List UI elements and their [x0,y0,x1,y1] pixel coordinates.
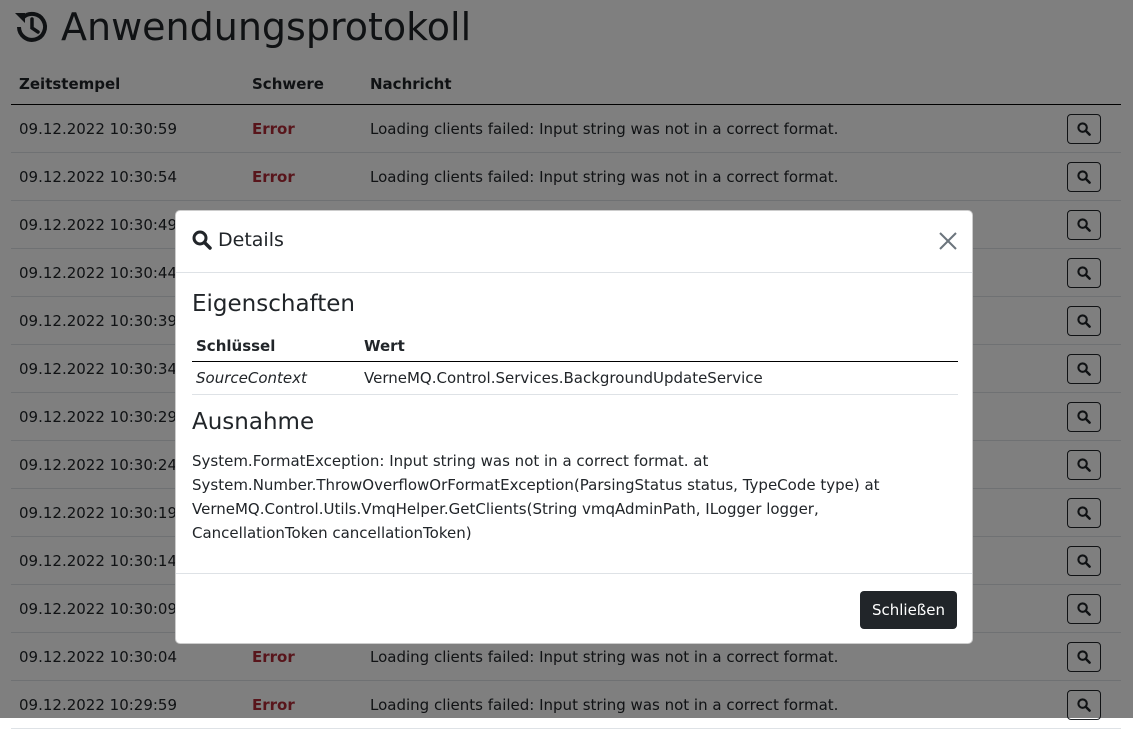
exception-text: System.FormatException: Input string was… [192,452,880,542]
modal-title-text: Details [218,229,284,251]
column-header-value: Wert [360,331,958,362]
properties-header-row: Schlüssel Wert [192,331,958,362]
details-modal: Details Eigenschaften Schlüssel Wert Sou… [175,210,973,644]
modal-title: Details [192,229,284,251]
properties-table: Schlüssel Wert SourceContext VerneMQ.Con… [192,331,958,395]
property-key: SourceContext [192,361,360,395]
property-row: SourceContext VerneMQ.Control.Services.B… [192,361,958,395]
column-header-key: Schlüssel [192,331,360,362]
modal-footer: Schließen [176,573,972,643]
modal-header: Details [176,211,972,273]
close-icon[interactable] [938,231,958,251]
property-value: VerneMQ.Control.Services.BackgroundUpdat… [360,361,958,395]
exception-heading: Ausnahme [192,409,315,435]
properties-heading: Eigenschaften [192,291,355,317]
search-icon [192,230,212,250]
close-button[interactable]: Schließen [859,591,957,629]
